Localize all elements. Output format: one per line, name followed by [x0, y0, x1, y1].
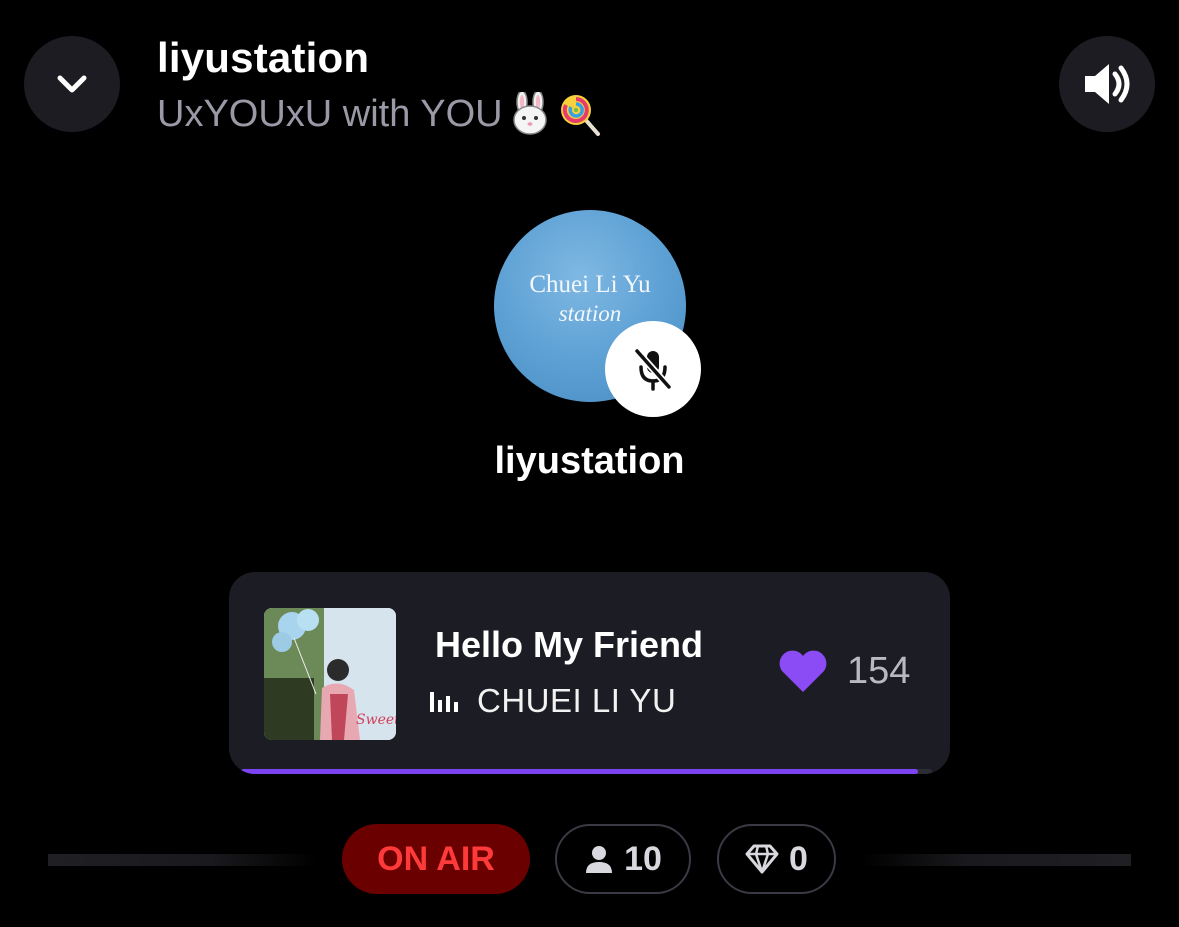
heart-icon — [779, 650, 827, 692]
room-subtitle: UxYOUxU with YOU — [157, 90, 603, 138]
equalizer-bars-icon — [430, 692, 458, 712]
room-title: liyustation — [157, 34, 370, 81]
song-title: Hello My Friend — [435, 624, 704, 665]
now-playing-card[interactable]: Sweet Hello My Friend CHUEI LI YU 154 — [229, 572, 950, 774]
microphone-muted-icon — [633, 347, 673, 391]
gem-count: 0 — [789, 839, 808, 878]
avatar-text-line2: station — [558, 301, 622, 326]
volume-button[interactable] — [1059, 36, 1155, 132]
listeners-button[interactable]: 10 — [555, 824, 691, 894]
song-progress-bar — [241, 769, 932, 774]
room-subtitle-text: UxYOUxU with YOU — [157, 93, 503, 135]
divider-left — [48, 854, 318, 866]
like-button[interactable]: 154 — [777, 648, 910, 694]
speaker-volume-icon — [1085, 64, 1130, 104]
diamond-icon — [745, 844, 779, 874]
status-row: ON AIR 10 0 — [0, 824, 1179, 896]
collapse-button[interactable] — [24, 36, 120, 132]
lollipop-emoji — [557, 91, 603, 137]
on-air-label: ON AIR — [377, 839, 495, 878]
divider-right — [860, 854, 1131, 866]
cover-text: Sweet — [356, 712, 396, 728]
host-name: liyustation — [494, 440, 685, 482]
listener-count: 10 — [624, 839, 662, 878]
rabbit-face-emoji — [507, 91, 553, 137]
song-progress-fill — [241, 769, 919, 774]
on-air-badge: ON AIR — [342, 824, 530, 894]
gems-button[interactable]: 0 — [717, 824, 836, 894]
avatar-text-line1: Chuei Li Yu — [529, 271, 651, 298]
song-artist-row: CHUEI LI YU — [429, 682, 676, 720]
chevron-down-icon — [57, 75, 87, 93]
person-icon — [586, 846, 613, 873]
song-artist: CHUEI LI YU — [477, 682, 677, 719]
like-count: 154 — [847, 649, 911, 692]
album-cover: Sweet — [264, 608, 396, 740]
mute-badge — [605, 321, 701, 417]
